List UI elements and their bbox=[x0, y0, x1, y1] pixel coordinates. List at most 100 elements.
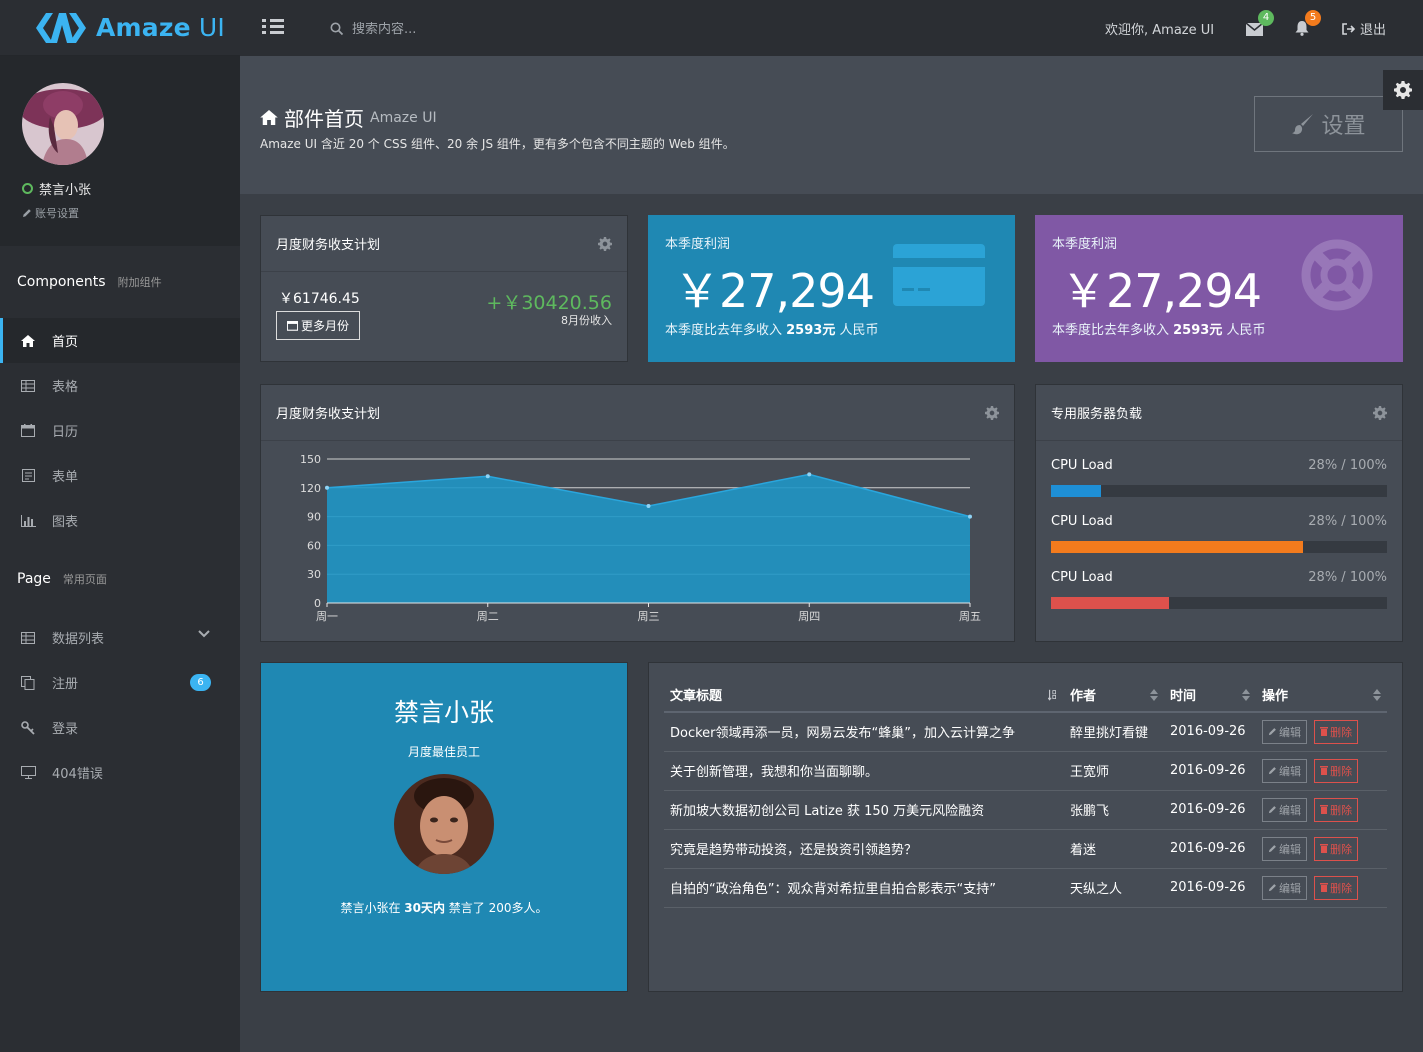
username: 禁言小张 bbox=[22, 179, 91, 198]
sidebar-item-chart[interactable]: 图表 bbox=[0, 498, 240, 543]
sort-icon bbox=[1242, 689, 1250, 701]
progress-fill bbox=[1051, 541, 1303, 553]
theme-settings-toggle[interactable] bbox=[1383, 70, 1423, 110]
sort-icon bbox=[1373, 689, 1381, 701]
column-header-author[interactable]: 作者 bbox=[1064, 678, 1164, 713]
table-row: Docker领域再添一员，网易云发布“蜂巢”，加入云计算之争 醉里挑灯看键 20… bbox=[664, 712, 1387, 752]
page-title-sub: Amaze UI bbox=[370, 109, 437, 126]
gear-icon[interactable] bbox=[598, 237, 612, 251]
column-header-actions[interactable]: 操作 bbox=[1256, 678, 1387, 713]
employee-avatar-image bbox=[394, 774, 494, 874]
logo-text-main: Amaze bbox=[96, 13, 191, 42]
employee-avatar[interactable] bbox=[394, 774, 494, 874]
article-author: 王宽师 bbox=[1064, 751, 1164, 791]
article-title[interactable]: 新加坡大数据初创公司 Latize 获 150 万美元风险融资 bbox=[664, 790, 1064, 830]
article-title[interactable]: 关于创新管理，我想和你当面聊聊。 bbox=[664, 751, 1064, 791]
y-tick-label: 30 bbox=[307, 568, 321, 581]
logo[interactable]: Amaze UI bbox=[0, 0, 240, 56]
delete-button[interactable]: 删除 bbox=[1314, 797, 1359, 822]
y-tick-label: 120 bbox=[300, 482, 321, 495]
table-row: 新加坡大数据初创公司 Latize 获 150 万美元风险融资 张鹏飞 2016… bbox=[664, 790, 1387, 830]
sidebar-item-form[interactable]: 表单 bbox=[0, 453, 240, 498]
cpu-load-value: 28% / 100% bbox=[1308, 514, 1387, 529]
pencil-icon bbox=[1268, 884, 1276, 892]
column-header-date[interactable]: 时间 bbox=[1164, 678, 1256, 713]
data-point bbox=[807, 472, 812, 477]
account-settings-link[interactable]: 账号设置 bbox=[22, 205, 79, 221]
monthly-total: ￥61746.45 bbox=[279, 291, 360, 307]
sidebar-item-login[interactable]: 登录 bbox=[0, 705, 240, 750]
home-icon bbox=[260, 110, 278, 125]
mail-button[interactable]: 4 bbox=[1246, 10, 1274, 36]
edit-button[interactable]: 编辑 bbox=[1262, 758, 1307, 783]
table-header-row: 文章标题 作者 时间 操作 bbox=[664, 678, 1387, 713]
edit-button[interactable]: 编辑 bbox=[1262, 875, 1307, 900]
settings-button[interactable]: 设置 bbox=[1254, 96, 1403, 152]
employee-name: 禁言小张 bbox=[393, 698, 494, 727]
stat-value: ￥27,294 bbox=[1061, 264, 1262, 318]
sidebar-item-404[interactable]: 404错误 bbox=[0, 750, 240, 795]
sort-alpha-icon bbox=[1048, 689, 1056, 701]
cpu-load-label: CPU Load bbox=[1051, 458, 1113, 473]
welcome-text: 欢迎你, Amaze UI bbox=[1105, 23, 1215, 38]
key-icon bbox=[20, 720, 36, 735]
article-title[interactable]: Docker领域再添一员，网易云发布“蜂巢”，加入云计算之争 bbox=[664, 712, 1064, 752]
monthly-income: +￥30420.56 bbox=[486, 292, 612, 314]
delete-button[interactable]: 删除 bbox=[1314, 719, 1359, 744]
form-icon bbox=[20, 469, 36, 483]
gear-icon[interactable] bbox=[1373, 406, 1387, 420]
y-tick-label: 0 bbox=[314, 597, 321, 610]
menu-toggle-icon[interactable] bbox=[262, 18, 284, 36]
y-tick-label: 90 bbox=[307, 511, 321, 524]
sidebar-item-label: 数据列表 bbox=[52, 632, 105, 647]
logout-label: 退出 bbox=[1360, 23, 1387, 38]
logout-button[interactable]: 退出 bbox=[1342, 19, 1386, 38]
progress-fill bbox=[1051, 485, 1102, 497]
trash-icon bbox=[1320, 727, 1329, 737]
employee-profile-card: 禁言小张 月度最佳员工 禁言小张在 30天内 禁言了 200多人。 bbox=[260, 662, 628, 992]
delete-button[interactable]: 删除 bbox=[1314, 758, 1359, 783]
more-months-button[interactable]: 更多月份 bbox=[276, 311, 360, 340]
table-icon bbox=[20, 379, 36, 393]
x-tick-label: 周五 bbox=[959, 610, 981, 623]
x-tick-label: 周一 bbox=[316, 610, 338, 623]
sidebar-item-register[interactable]: 注册 6 bbox=[0, 660, 240, 705]
cpu-load-label: CPU Load bbox=[1051, 514, 1113, 529]
edit-button[interactable]: 编辑 bbox=[1262, 719, 1307, 744]
sidebar-item-calendar[interactable]: 日历 bbox=[0, 408, 240, 453]
sidebar-item-label: 图表 bbox=[52, 515, 79, 530]
calendar-icon bbox=[20, 424, 36, 438]
article-author: 醉里挑灯看键 bbox=[1064, 712, 1164, 752]
article-actions: 编辑 删除 bbox=[1256, 751, 1387, 791]
quarter-profit-card-2: 本季度利润 ￥27,294 本季度比去年多收入 2593元 人民币 bbox=[1035, 215, 1403, 362]
sign-out-icon bbox=[1342, 22, 1355, 35]
chevron-down-icon bbox=[198, 630, 210, 638]
column-header-title[interactable]: 文章标题 bbox=[664, 678, 1064, 713]
delete-button[interactable]: 删除 bbox=[1314, 875, 1359, 900]
avatar[interactable] bbox=[22, 83, 104, 165]
article-title[interactable]: 究竟是趋势带动投资，还是投资引领趋势？ bbox=[664, 829, 1064, 869]
delete-button[interactable]: 删除 bbox=[1314, 836, 1359, 861]
gear-icon[interactable] bbox=[985, 406, 999, 420]
table-row: 关于创新管理，我想和你当面聊聊。 王宽师 2016-09-26 编辑 删除 bbox=[664, 751, 1387, 791]
article-date: 2016-09-26 bbox=[1164, 829, 1256, 869]
sort-icon bbox=[1150, 689, 1158, 701]
edit-button[interactable]: 编辑 bbox=[1262, 797, 1307, 822]
notification-button[interactable]: 5 bbox=[1294, 10, 1321, 36]
credit-card-icon bbox=[893, 244, 985, 306]
edit-button[interactable]: 编辑 bbox=[1262, 836, 1307, 861]
mail-count-badge: 4 bbox=[1258, 10, 1274, 26]
article-title[interactable]: 自拍的“政治角色”：观众背对希拉里自拍合影表示“支持” bbox=[664, 868, 1064, 908]
sidebar-item-data-list[interactable]: 数据列表 bbox=[0, 615, 240, 660]
sidebar-item-home[interactable]: 首页 bbox=[0, 318, 240, 363]
sidebar-item-table[interactable]: 表格 bbox=[0, 363, 240, 408]
article-date: 2016-09-26 bbox=[1164, 712, 1256, 752]
sidebar-item-label: 表格 bbox=[52, 380, 79, 395]
article-actions: 编辑 删除 bbox=[1256, 790, 1387, 830]
pencil-icon bbox=[23, 209, 31, 217]
sidebar: 禁言小张 账号设置 Components 附加组件 首页 表格 日历 表单 图表 … bbox=[0, 56, 240, 1052]
search-input[interactable] bbox=[352, 21, 532, 37]
article-date: 2016-09-26 bbox=[1164, 751, 1256, 791]
employee-note: 禁言小张在 30天内 禁言了 200多人。 bbox=[340, 901, 548, 915]
components-section-title: Components 附加组件 bbox=[17, 274, 162, 290]
